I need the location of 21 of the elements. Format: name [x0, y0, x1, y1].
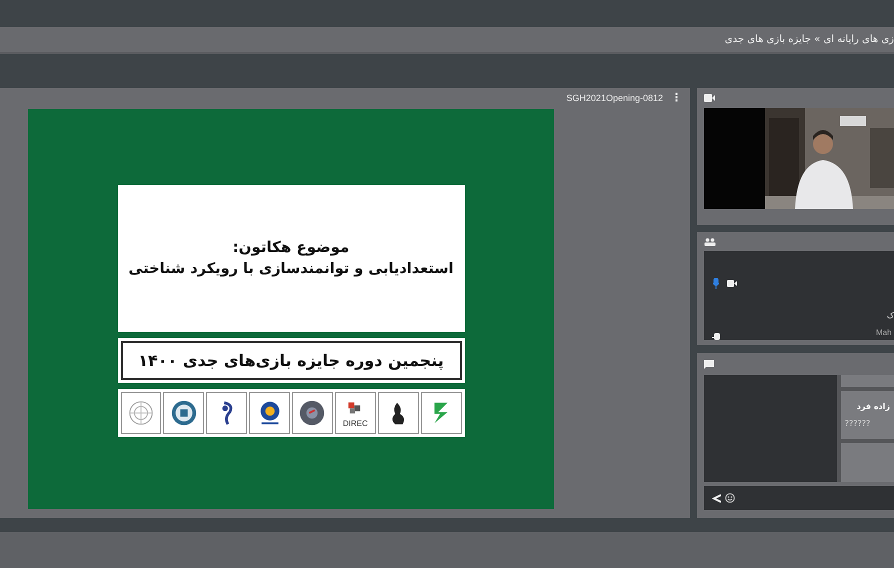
message-bubble [840, 375, 894, 387]
chat-input[interactable] [704, 486, 894, 510]
send-icon[interactable] [712, 494, 721, 502]
slide-subtitle: استعدادیابی و توانمندسازی با رویکرد شناختی [128, 260, 454, 279]
microphone-icon[interactable] [713, 278, 719, 289]
camera-icon [704, 94, 715, 102]
emoji-icon[interactable] [725, 493, 735, 503]
people-icon [704, 238, 716, 246]
pod-title: SGH2021Opening-0812 [566, 92, 663, 105]
attendee-name: ک [886, 310, 894, 322]
attendee-login: Mah [876, 327, 892, 339]
menu-icon[interactable]: ⋮ [671, 90, 682, 107]
message-sender: زاده فرد [856, 400, 890, 413]
slide-heading: موضوع هکاتون: [232, 237, 350, 258]
chat-icon [704, 360, 714, 368]
camera-icon[interactable] [727, 280, 737, 287]
slide-banner: پنجمین دوره جایزه بازی‌های جدی ۱۴۰۰ [120, 341, 462, 380]
breadcrumb: زی های رایانه ای » جایزه بازی های جدی [724, 33, 894, 47]
message-bubble [840, 442, 894, 482]
logo-caption: DIREC [342, 420, 368, 428]
message-text: ?????? [844, 418, 872, 430]
